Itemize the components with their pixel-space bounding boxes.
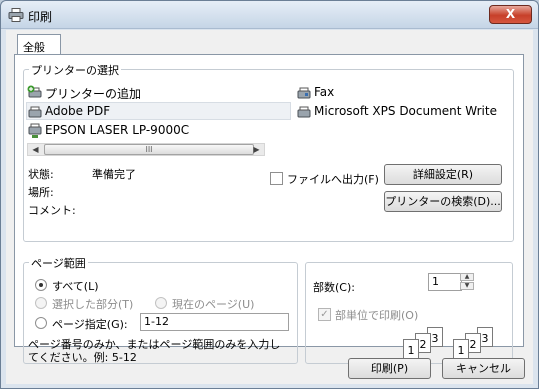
details-button[interactable]: 詳細設定(R) xyxy=(384,164,502,185)
range-selection-radio[interactable] xyxy=(35,297,47,309)
copies-label: 部数(C): xyxy=(313,281,355,294)
page-range-input[interactable]: 1-12 xyxy=(140,313,289,331)
range-current-page-radio[interactable] xyxy=(155,297,167,309)
range-all-label[interactable]: すべて(L) xyxy=(52,278,99,294)
printer-item-fax[interactable]: Fax xyxy=(296,84,486,102)
add-printer-icon xyxy=(27,85,42,98)
printer-item-label: Microsoft XPS Document Write xyxy=(314,104,497,118)
dialog-body: 全般 プリンターの選択 プリンターの追加 Fax Adobe PDF Micro… xyxy=(6,30,533,384)
printer-icon xyxy=(8,8,24,22)
page-range-label: ページ範囲 xyxy=(29,255,88,271)
printer-list-scrollbar[interactable]: ◀ III ▶ xyxy=(27,143,265,156)
copies-up-icon[interactable]: ▲ xyxy=(460,273,474,281)
scroll-thumb[interactable]: III xyxy=(44,144,254,155)
collate-page: 1 xyxy=(453,339,469,359)
print-to-file-label[interactable]: ファイルへ出力(F) xyxy=(287,171,379,187)
comment-label: コメント: xyxy=(28,204,76,217)
printer-icon xyxy=(297,106,311,118)
tab-general[interactable]: 全般 xyxy=(17,34,61,55)
cancel-button[interactable]: キャンセル xyxy=(442,358,525,379)
printer-item-label: Adobe PDF xyxy=(45,104,111,118)
print-to-file-checkbox[interactable] xyxy=(270,172,283,185)
close-button[interactable]: X xyxy=(489,5,532,24)
network-printer-icon xyxy=(28,123,42,138)
tab-panel-general: プリンターの選択 プリンターの追加 Fax Adobe PDF Microsof… xyxy=(14,54,524,364)
printer-item-epson[interactable]: EPSON LASER LP-9000C xyxy=(27,122,227,140)
copies-input[interactable]: 1 xyxy=(428,273,462,291)
collate-label[interactable]: 部単位で印刷(O) xyxy=(335,307,418,323)
printer-icon xyxy=(28,106,42,118)
status-label: 状態: xyxy=(28,168,54,181)
window-title: 印刷 xyxy=(28,10,53,24)
printer-item-xps[interactable]: Microsoft XPS Document Write xyxy=(296,103,501,121)
scroll-right-icon[interactable]: ▶ xyxy=(249,144,264,155)
copies-down-icon[interactable]: ▼ xyxy=(460,282,474,290)
printer-item-label: EPSON LASER LP-9000C xyxy=(45,123,190,137)
range-pages-label[interactable]: ページ指定(G): xyxy=(52,316,128,332)
printer-select-label: プリンターの選択 xyxy=(29,62,121,78)
range-selection-label[interactable]: 選択した部分(T) xyxy=(52,296,133,312)
printer-item-label: Fax xyxy=(314,85,335,99)
status-value: 準備完了 xyxy=(92,168,136,181)
printer-item-add[interactable]: プリンターの追加 xyxy=(27,84,207,102)
range-current-page-label[interactable]: 現在のページ(U) xyxy=(172,296,254,312)
range-all-radio[interactable] xyxy=(35,279,47,291)
collate-checkbox[interactable]: ✓ xyxy=(318,308,331,321)
print-dialog: 印刷 X 全般 プリンターの選択 プリンターの追加 Fax Adobe PDF … xyxy=(0,0,539,389)
title-bar: 印刷 X xyxy=(1,1,538,29)
print-button[interactable]: 印刷(P) xyxy=(348,358,431,379)
printer-item-label: プリンターの追加 xyxy=(45,87,142,101)
collate-page: 1 xyxy=(403,339,419,359)
printer-item-adobe-pdf[interactable]: Adobe PDF xyxy=(26,102,291,120)
collate-illustration: 3 2 1 3 2 1 xyxy=(403,327,503,361)
find-printer-button[interactable]: プリンターの検索(D)... xyxy=(384,191,502,212)
range-pages-radio[interactable] xyxy=(35,317,47,329)
scroll-left-icon[interactable]: ◀ xyxy=(28,144,43,155)
page-range-hint: てください。例: 5-12 xyxy=(28,351,137,364)
location-label: 場所: xyxy=(28,186,54,199)
fax-printer-icon xyxy=(297,87,311,99)
